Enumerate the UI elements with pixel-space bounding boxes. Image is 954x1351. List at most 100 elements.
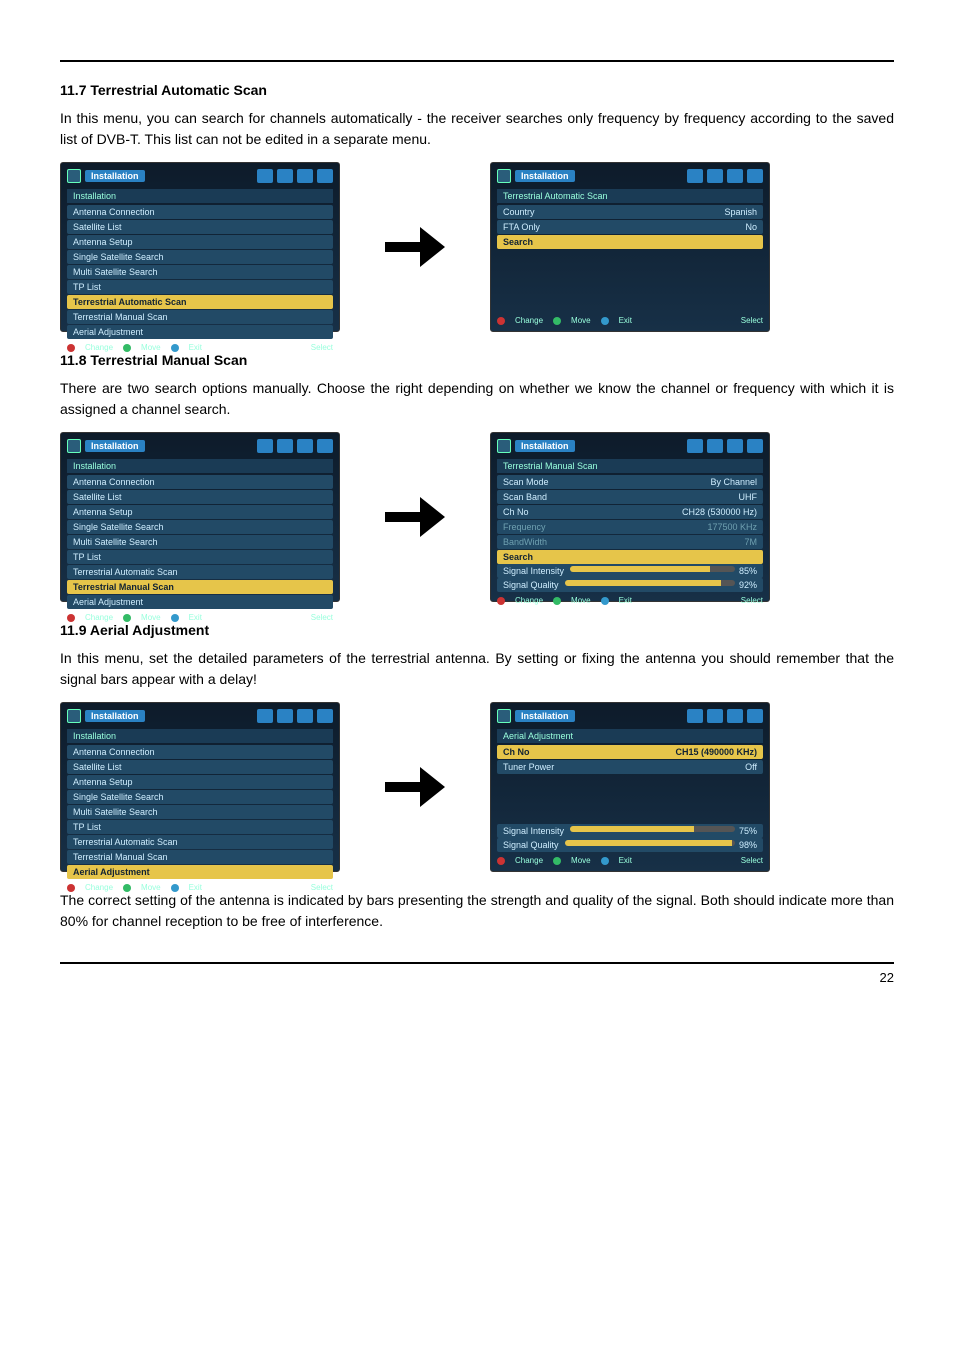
setting-row: CountrySpanish: [497, 205, 763, 219]
foot-exit: Exit: [619, 596, 632, 605]
header-pill: [257, 169, 273, 183]
screenshot-install-aerial: Installation Installation Antenna Connec…: [60, 702, 340, 872]
setting-row: Scan BandUHF: [497, 490, 763, 504]
header-pill: [277, 709, 293, 723]
setting-value: By Channel: [710, 477, 757, 487]
foot-move: Move: [571, 856, 591, 865]
menu-item: Antenna Connection: [67, 475, 333, 489]
menu-item: Single Satellite Search: [67, 520, 333, 534]
shot-subtitle: Installation: [67, 729, 333, 743]
menu-item: Antenna Setup: [67, 775, 333, 789]
setting-label: Frequency: [503, 522, 546, 532]
section-title-11-9: 11.9 Aerial Adjustment: [60, 622, 894, 638]
menu-item: Satellite List: [67, 760, 333, 774]
setting-label: Search: [503, 552, 533, 562]
foot-change: Change: [85, 613, 113, 622]
header-pill: [707, 709, 723, 723]
blue-dot-icon: [171, 614, 179, 622]
red-dot-icon: [497, 317, 505, 325]
setting-label: Scan Band: [503, 492, 547, 502]
header-pill: [747, 709, 763, 723]
header-pill: [687, 439, 703, 453]
menu-item: Terrestrial Automatic Scan: [67, 295, 333, 309]
screenshot-install-auto: Installation Installation Antenna Connec…: [60, 162, 340, 332]
menu-item: Multi Satellite Search: [67, 535, 333, 549]
foot-select: Select: [741, 596, 763, 605]
signal-bar-row: Signal Quality92%: [497, 578, 763, 592]
foot-select: Select: [741, 856, 763, 865]
shot-subtitle: Installation: [67, 459, 333, 473]
menu-item: Multi Satellite Search: [67, 265, 333, 279]
screenshot-aerial-adjust: Installation Aerial Adjustment Ch NoCH15…: [490, 702, 770, 872]
section-body-11-9b: The correct setting of the antenna is in…: [60, 890, 894, 932]
section-body-11-9a: In this menu, set the detailed parameter…: [60, 648, 894, 690]
foot-change: Change: [515, 316, 543, 325]
shot-subtitle: Installation: [67, 189, 333, 203]
window-icon: [497, 169, 511, 183]
shot-subtitle: Terrestrial Manual Scan: [497, 459, 763, 473]
header-pill: [727, 169, 743, 183]
menu-item: Antenna Setup: [67, 235, 333, 249]
setting-label: FTA Only: [503, 222, 540, 232]
setting-row: Search: [497, 550, 763, 564]
setting-value: No: [745, 222, 757, 232]
shot-title: Installation: [85, 170, 145, 182]
header-pill: [687, 169, 703, 183]
setting-value: CH28 (530000 Hz): [682, 507, 757, 517]
foot-move: Move: [141, 343, 161, 352]
page-number: 22: [60, 970, 894, 985]
foot-move: Move: [571, 316, 591, 325]
header-pill: [297, 439, 313, 453]
window-icon: [497, 709, 511, 723]
red-dot-icon: [497, 597, 505, 605]
red-dot-icon: [497, 857, 505, 865]
setting-value: Spanish: [724, 207, 757, 217]
menu-item: Terrestrial Manual Scan: [67, 310, 333, 324]
signal-bar-row: Signal Quality98%: [497, 838, 763, 852]
screenshot-manual-scan: Installation Terrestrial Manual Scan Sca…: [490, 432, 770, 602]
signal-label: Signal Intensity: [503, 826, 564, 836]
menu-item: Terrestrial Automatic Scan: [67, 565, 333, 579]
screenshot-row-11-9: Installation Installation Antenna Connec…: [60, 702, 894, 872]
signal-bar: [570, 566, 735, 572]
menu-item: TP List: [67, 550, 333, 564]
screenshot-auto-scan: Installation Terrestrial Automatic Scan …: [490, 162, 770, 332]
header-pill: [317, 709, 333, 723]
setting-row: FTA Only No: [497, 220, 763, 234]
manual-scan-rows: Scan ModeBy ChannelScan BandUHFCh NoCH28…: [497, 475, 763, 564]
arrow-icon: [370, 217, 460, 277]
menu-item: Aerial Adjustment: [67, 865, 333, 879]
blue-dot-icon: [601, 317, 609, 325]
setting-value: Off: [745, 762, 757, 772]
foot-change: Change: [85, 343, 113, 352]
header-pill: [707, 169, 723, 183]
shot-title: Installation: [85, 710, 145, 722]
red-dot-icon: [67, 614, 75, 622]
arrow-icon: [370, 757, 460, 817]
shot-footer: Change Move Exit Select: [67, 613, 333, 622]
shot-footer: Change Move Exit Select: [497, 316, 763, 325]
page-top-rule: [60, 60, 894, 62]
setting-value: 177500 KHz: [707, 522, 757, 532]
screenshot-row-11-8: Installation Installation Antenna Connec…: [60, 432, 894, 602]
window-icon: [67, 169, 81, 183]
signal-bar-row: Signal Intensity85%: [497, 564, 763, 578]
setting-row: Ch NoCH28 (530000 Hz): [497, 505, 763, 519]
screenshot-install-manual: Installation Installation Antenna Connec…: [60, 432, 340, 602]
page-bottom-rule: [60, 962, 894, 964]
window-icon: [67, 439, 81, 453]
shot-title: Installation: [515, 710, 575, 722]
menu-item: Antenna Connection: [67, 205, 333, 219]
foot-exit: Exit: [619, 316, 632, 325]
header-pill: [747, 439, 763, 453]
header-pill: [297, 169, 313, 183]
section-body-11-8: There are two search options manually. C…: [60, 378, 894, 420]
menu-item: Antenna Connection: [67, 745, 333, 759]
signal-bar-row: Signal Intensity75%: [497, 824, 763, 838]
shot-title: Installation: [515, 440, 575, 452]
install-item-list: Antenna ConnectionSatellite ListAntenna …: [67, 205, 333, 339]
setting-row: Tuner PowerOff: [497, 760, 763, 774]
setting-row: Ch NoCH15 (490000 KHz): [497, 745, 763, 759]
window-icon: [67, 709, 81, 723]
header-pill: [257, 439, 273, 453]
